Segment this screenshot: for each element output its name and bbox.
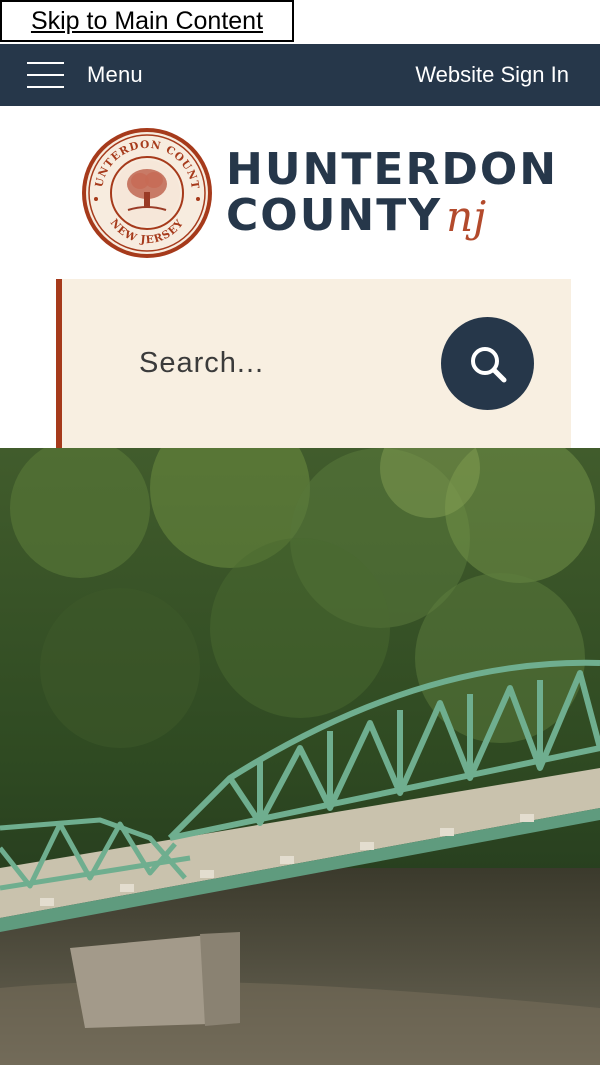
site-logo[interactable]: HUNTERDON COUNTY NEW JERSEY HUNTERDON CO… — [80, 126, 560, 260]
hamburger-icon — [27, 62, 64, 88]
website-sign-in-link[interactable]: Website Sign In — [415, 62, 569, 88]
wordmark: HUNTERDON COUNTY nj — [226, 148, 558, 238]
wordmark-county: COUNTY — [226, 190, 443, 241]
bridge-photo — [0, 448, 600, 1065]
county-seal-icon: HUNTERDON COUNTY NEW JERSEY — [80, 126, 212, 258]
wordmark-nj: nj — [446, 192, 487, 241]
search-input[interactable]: Search... — [139, 347, 419, 380]
search-bar: Search... — [56, 279, 571, 448]
menu-button[interactable]: Menu — [27, 62, 143, 88]
wordmark-line1: HUNTERDON — [226, 144, 559, 195]
skip-to-main-content-link[interactable]: Skip to Main Content — [0, 0, 294, 42]
menu-label: Menu — [87, 62, 143, 87]
search-icon — [470, 346, 506, 382]
wordmark-line2: COUNTY nj — [226, 194, 558, 238]
hero-image — [0, 448, 600, 1065]
search-button[interactable] — [441, 317, 534, 410]
top-nav-bar: Menu Website Sign In — [0, 44, 600, 106]
